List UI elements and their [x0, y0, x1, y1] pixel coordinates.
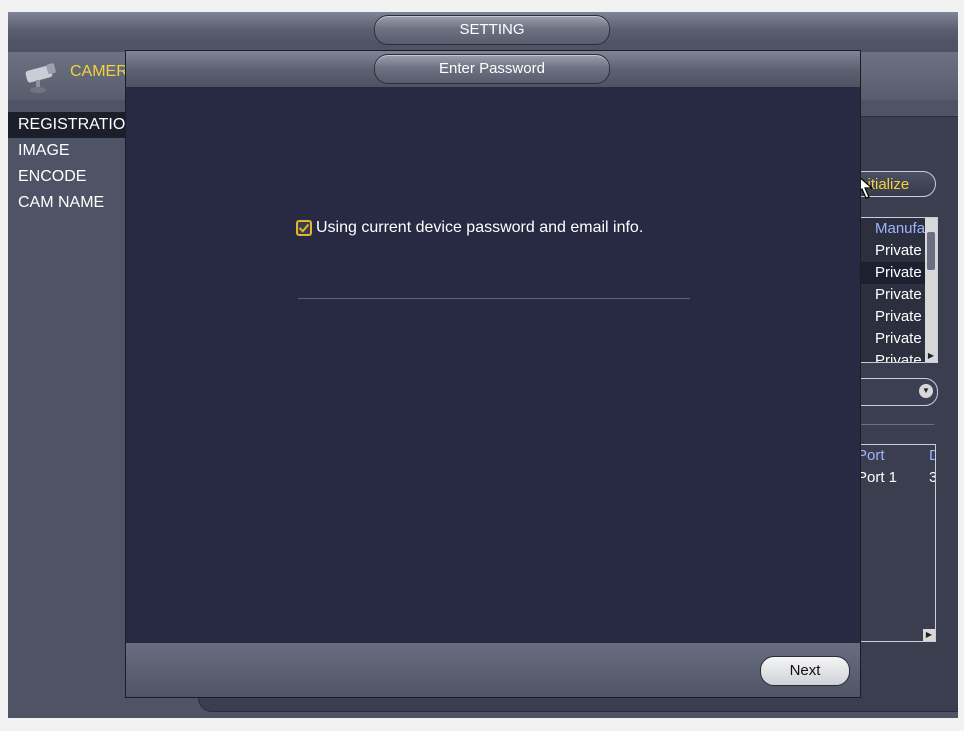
device-list[interactable]: Manufacturer Private Private Private Pri… — [848, 217, 938, 363]
checkmark-icon — [298, 223, 310, 233]
divider — [298, 298, 690, 299]
list-item[interactable]: Private — [849, 240, 937, 262]
port-column-header: Port — [857, 447, 885, 464]
second-column-cell[interactable]: 3 — [929, 469, 935, 486]
scroll-right-arrow-icon[interactable]: ▶ — [923, 629, 935, 641]
second-column-header: D — [929, 447, 935, 464]
dialog-footer: Next — [126, 643, 860, 697]
list-header-manufacturer: Manufacturer — [875, 220, 937, 237]
list-item[interactable]: Private — [849, 328, 937, 350]
next-button[interactable]: Next — [760, 656, 850, 686]
list-item[interactable]: Private — [849, 262, 937, 284]
scrollbar-thumb[interactable] — [927, 232, 935, 270]
use-current-password-option[interactable]: Using current device password and email … — [296, 219, 643, 237]
use-current-password-checkbox[interactable] — [296, 220, 312, 236]
enter-password-dialog: Enter Password Using current device pass… — [125, 50, 861, 698]
dropdown-arrow-icon[interactable]: ▼ — [919, 384, 933, 398]
dialog-title: Enter Password — [374, 54, 610, 84]
list-item[interactable]: Private — [849, 284, 937, 306]
divider — [856, 424, 934, 425]
list-vertical-scrollbar[interactable] — [925, 218, 937, 350]
list-item[interactable]: Private — [849, 350, 937, 362]
dialog-body: Using current device password and email … — [126, 87, 860, 643]
window-title: SETTING — [374, 15, 610, 45]
port-cell[interactable]: Port 1 — [857, 469, 897, 486]
list-item[interactable]: Private — [849, 306, 937, 328]
checkbox-label: Using current device password and email … — [316, 219, 644, 236]
dvr-screen: SETTING CAMERA REGISTRATION IMAGE ENCODE… — [8, 12, 958, 718]
scroll-right-arrow-icon[interactable]: ▶ — [925, 350, 937, 362]
camera-icon — [25, 63, 56, 93]
